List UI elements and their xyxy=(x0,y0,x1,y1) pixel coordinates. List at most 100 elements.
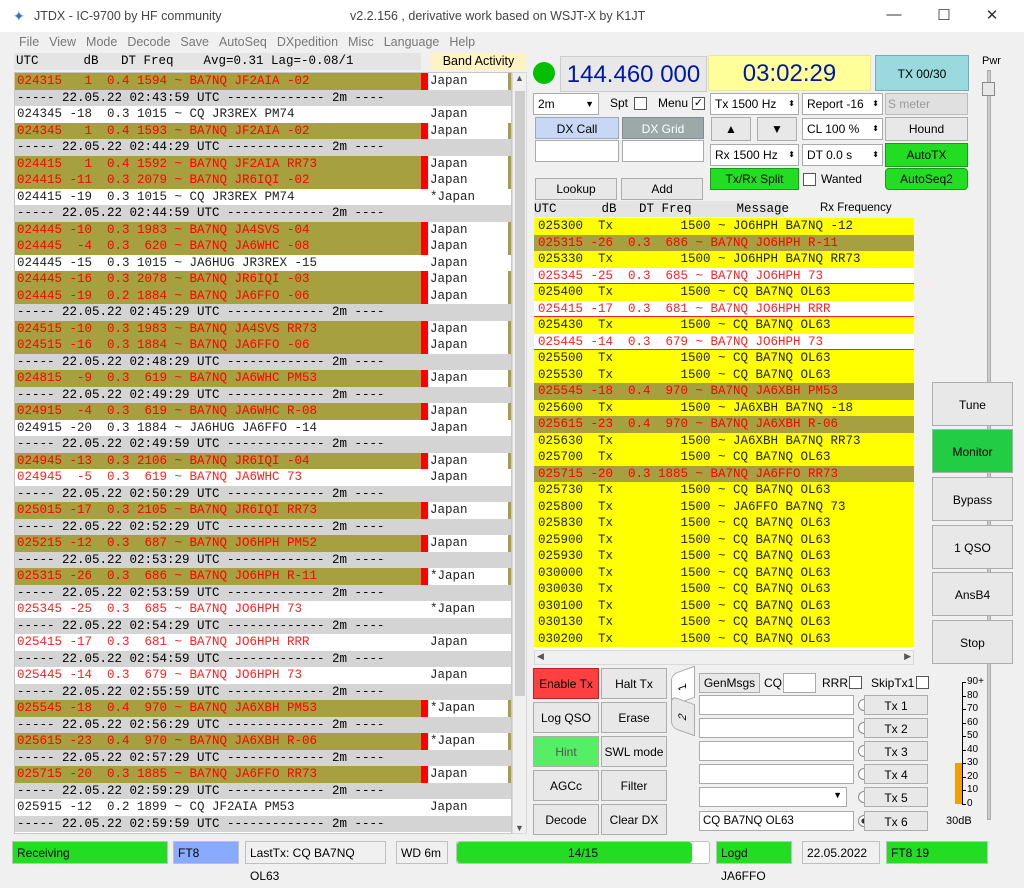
tx5-button[interactable]: Tx 5 xyxy=(864,787,928,807)
rx-decode-row[interactable]: 025430 Tx 1500 ~ CQ BA7NQ OL63 xyxy=(534,317,914,334)
spin-arrows-icon[interactable]: ⬍ xyxy=(788,94,795,114)
period-separator-row[interactable]: ----- 22.05.22 02:44:29 UTC ------------… xyxy=(15,139,511,156)
rx-decode-row[interactable]: 025415 -17 0.3 681 ~ BA7NQ JO6HPH RRR xyxy=(534,300,914,317)
menu-decode[interactable]: Decode xyxy=(122,32,175,52)
tune-button[interactable]: Tune xyxy=(932,382,1013,426)
decode-row[interactable]: 024515 -10 0.3 1983 ~ BA7NQ JA4SVS RR73 J… xyxy=(15,320,511,337)
down-arrow-button[interactable]: ▼ xyxy=(757,117,797,141)
decode-row[interactable]: 024945 -5 0.3 619 ~ BA7NQ JA6WHC 73 Japan xyxy=(15,469,511,487)
period-separator-row[interactable]: ----- 22.05.22 02:54:59 UTC ------------… xyxy=(15,650,511,667)
scrollbar-thumb[interactable] xyxy=(515,91,525,696)
menu-file[interactable]: File xyxy=(14,32,44,52)
band-select[interactable]: 2m ▼ xyxy=(533,93,599,115)
decode-row[interactable]: 025445 -14 0.3 679 ~ BA7NQ JO6HPH 73 Japa… xyxy=(15,667,511,685)
pwr-slider-handle[interactable] xyxy=(982,82,995,96)
rx-decode-row[interactable]: 025545 -18 0.4 970 ~ BA7NQ JA6XBH PM53 xyxy=(534,383,914,400)
rx-decode-row[interactable]: 025300 Tx 1500 ~ JO6HPH BA7NQ -12 xyxy=(534,218,914,235)
tx1-input[interactable] xyxy=(699,695,854,715)
bypass-button[interactable]: Bypass xyxy=(932,477,1013,521)
band-activity-scrollbar[interactable]: ▲ ▼ xyxy=(512,72,527,834)
rx-decode-row[interactable]: 025400 Tx 1500 ~ CQ BA7NQ OL63 xyxy=(534,284,914,301)
rx-frequency-hscrollbar[interactable]: ◀ ▶ xyxy=(534,650,914,665)
agcc-button[interactable]: AGCc xyxy=(533,770,599,801)
skiptx1-checkbox[interactable] xyxy=(916,676,929,689)
spt-checkbox[interactable] xyxy=(634,97,647,110)
menu-help[interactable]: Help xyxy=(444,32,480,52)
rx-decode-row[interactable]: 025730 Tx 1500 ~ CQ BA7NQ OL63 xyxy=(534,482,914,499)
decode-row[interactable]: 024415 -11 0.3 2079 ~ BA7NQ JR6IQI -02 Ja… xyxy=(15,172,511,189)
decode-row[interactable]: 025345 -25 0.3 685 ~ BA7NQ JO6HPH 73 *Jap… xyxy=(15,601,511,619)
autoseq2-button[interactable]: AutoSeq2 xyxy=(885,168,968,190)
spin-arrows-icon[interactable]: ⬍ xyxy=(872,94,879,114)
period-separator-row[interactable]: ----- 22.05.22 02:55:59 UTC ------------… xyxy=(15,683,511,700)
period-separator-row[interactable]: ----- 22.05.22 02:50:29 UTC ------------… xyxy=(15,485,511,502)
rx-decode-row[interactable]: 025315 -26 0.3 686 ~ BA7NQ JO6HPH R-11 xyxy=(534,234,914,251)
add-button[interactable]: Add xyxy=(621,178,703,200)
period-separator-row[interactable]: ----- 22.05.22 02:59:29 UTC ------------… xyxy=(15,782,511,799)
decode-row[interactable]: 024915 -20 0.3 1884 ~ JA6HUG JA6FFO -14 J… xyxy=(15,419,511,436)
rx-decode-row[interactable]: 025930 Tx 1500 ~ CQ BA7NQ OL63 xyxy=(534,548,914,565)
decode-row[interactable]: 024445 -16 0.3 2078 ~ BA7NQ JR6IQI -03 Ja… xyxy=(15,271,511,288)
spin-arrows-icon[interactable]: ⬍ xyxy=(872,145,879,165)
rx-decode-row[interactable]: 025615 -23 0.4 970 ~ BA7NQ JA6XBH R-06 xyxy=(534,416,914,433)
dx-grid-input[interactable] xyxy=(622,140,704,162)
menu-dxpedition[interactable]: DXpedition xyxy=(272,32,343,52)
rx-decode-row[interactable]: 025800 Tx 1500 ~ JA6FFO BA7NQ 73 xyxy=(534,498,914,515)
decode-row[interactable]: 024915 -4 0.3 619 ~ BA7NQ JA6WHC R-08 Jap… xyxy=(15,403,511,420)
menu-autoseq[interactable]: AutoSeq xyxy=(214,32,272,52)
scroll-right-icon[interactable]: ▶ xyxy=(904,651,911,662)
minimize-icon[interactable]: — xyxy=(884,6,904,26)
rrr-checkbox[interactable] xyxy=(849,676,862,689)
decode-row[interactable]: 024315 1 0.4 1594 ~ BA7NQ JF2AIA -02 Japa… xyxy=(15,73,511,90)
decode-row[interactable]: 025415 -17 0.3 681 ~ BA7NQ JO6HPH RRR Jap… xyxy=(15,634,511,652)
decode-row[interactable]: 025545 -18 0.4 970 ~ BA7NQ JA6XBH PM53 *J… xyxy=(15,700,511,717)
tx4-button[interactable]: Tx 4 xyxy=(864,764,928,784)
tx2-input[interactable] xyxy=(699,718,854,738)
period-separator-row[interactable]: ----- 22.05.22 02:49:29 UTC ------------… xyxy=(15,386,511,403)
one-qso-button[interactable]: 1 QSO xyxy=(932,525,1013,569)
period-separator-row[interactable]: ----- 22.05.22 02:52:29 UTC ------------… xyxy=(15,518,511,535)
tx-counter-button[interactable]: TX 00/30 xyxy=(875,55,969,91)
decode-row[interactable]: 024415 -19 0.3 1015 ~ CQ JR3REX PM74 *Jap… xyxy=(15,188,511,205)
hint-button[interactable]: Hint xyxy=(533,736,599,767)
period-separator-row[interactable]: ----- 22.05.22 02:45:29 UTC ------------… xyxy=(15,304,511,321)
monitor-button[interactable]: Monitor xyxy=(932,429,1013,473)
dx-call-input[interactable] xyxy=(535,140,619,162)
hound-button[interactable]: Hound xyxy=(885,117,968,141)
period-separator-row[interactable]: ----- 22.05.22 02:49:59 UTC ------------… xyxy=(15,436,511,453)
decode-row[interactable]: 024445 -15 0.3 1015 ~ JA6HUG JR3REX -15 J… xyxy=(15,254,511,271)
rx-decode-row[interactable]: 030130 Tx 1500 ~ CQ BA7NQ OL63 xyxy=(534,614,914,631)
decode-row[interactable]: 024815 -9 0.3 619 ~ BA7NQ JA6WHC PM53 Jap… xyxy=(15,370,511,387)
scroll-down-icon[interactable]: ▼ xyxy=(515,823,524,833)
period-separator-row[interactable]: ----- 22.05.22 02:53:29 UTC ------------… xyxy=(15,551,511,568)
stop-button[interactable]: Stop xyxy=(932,620,1013,664)
decode-row[interactable]: 024445 -19 0.2 1884 ~ BA7NQ JA6FFO -06 Ja… xyxy=(15,287,511,304)
decode-row[interactable]: 025715 -20 0.3 1885 ~ BA7NQ JA6FFO RR73 J… xyxy=(15,766,511,783)
rx-decode-row[interactable]: 025345 -25 0.3 685 ~ BA7NQ JO6HPH 73 xyxy=(534,267,914,284)
log-qso-button[interactable]: Log QSO xyxy=(533,702,599,733)
cl-spinbox[interactable]: CL 100 % ⬍ xyxy=(802,118,883,140)
menu-save[interactable]: Save xyxy=(175,32,214,52)
rx-decode-row[interactable]: 025700 Tx 1500 ~ CQ BA7NQ OL63 xyxy=(534,449,914,466)
lookup-button[interactable]: Lookup xyxy=(535,178,617,200)
decode-row[interactable]: 025315 -26 0.3 686 ~ BA7NQ JO6HPH R-11 *J… xyxy=(15,568,511,585)
halt-tx-button[interactable]: Halt Tx xyxy=(601,668,667,699)
rx-decode-row[interactable]: 025500 Tx 1500 ~ CQ BA7NQ OL63 xyxy=(534,350,914,367)
decode-row[interactable]: 024945 -13 0.3 2106 ~ BA7NQ JR6IQI -04 Ja… xyxy=(15,452,511,469)
period-separator-row[interactable]: ----- 22.05.22 02:53:59 UTC ------------… xyxy=(15,584,511,601)
tx6-input[interactable]: CQ BA7NQ OL63 xyxy=(699,811,854,831)
report-spinbox[interactable]: Report -16 ⬍ xyxy=(802,93,883,115)
menu-misc[interactable]: Misc xyxy=(343,32,379,52)
rx-decode-row[interactable]: 025630 Tx 1500 ~ JA6XBH BA7NQ RR73 xyxy=(534,432,914,449)
swl-mode-button[interactable]: SWL mode xyxy=(601,736,667,767)
decode-row[interactable]: 024445 -10 0.3 1983 ~ BA7NQ JA4SVS -04 Ja… xyxy=(15,221,511,238)
decode-row[interactable]: 024415 1 0.4 1592 ~ BA7NQ JF2AIA RR73 Jap… xyxy=(15,155,511,172)
ansb4-button[interactable]: AnsB4 xyxy=(932,572,1013,616)
band-activity-list[interactable]: 024315 1 0.4 1594 ~ BA7NQ JF2AIA -02 Japa… xyxy=(14,72,512,834)
tx-freq-spinbox[interactable]: Tx 1500 Hz ⬍ xyxy=(710,93,799,115)
decode-row[interactable]: 025015 -17 0.3 2105 ~ BA7NQ JR6IQI RR73 J… xyxy=(15,502,511,519)
up-arrow-button[interactable]: ▲ xyxy=(711,117,751,141)
tx3-input[interactable] xyxy=(699,741,854,761)
tx-tab-2[interactable]: 2 xyxy=(671,695,695,737)
scroll-up-icon[interactable]: ▲ xyxy=(515,73,524,83)
